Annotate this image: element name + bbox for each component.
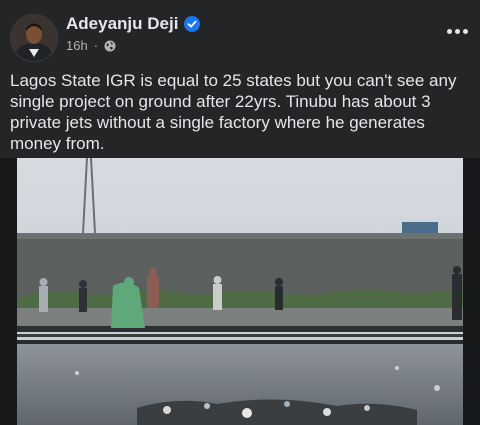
avatar-image <box>11 15 57 61</box>
post-header: Adeyanju Deji 16h · <box>0 0 480 66</box>
author-avatar[interactable] <box>10 14 58 62</box>
post-meta: 16h · <box>66 38 116 53</box>
post-timestamp[interactable]: 16h <box>66 38 88 53</box>
facebook-post: Adeyanju Deji 16h · Lagos State IGR is e… <box>0 0 480 425</box>
verified-badge-icon <box>184 16 201 32</box>
post-photo[interactable] <box>17 158 463 425</box>
meta-separator: · <box>93 38 99 53</box>
flood-photo-image <box>17 158 463 425</box>
post-text: Lagos State IGR is equal to 25 states bu… <box>10 71 457 153</box>
post-media[interactable] <box>0 158 480 425</box>
more-dot-icon <box>446 28 452 34</box>
author-name[interactable]: Adeyanju Deji <box>66 14 178 34</box>
author-row: Adeyanju Deji <box>66 14 201 34</box>
more-dot-icon <box>454 28 460 34</box>
more-options-button[interactable] <box>444 18 470 44</box>
globe-icon[interactable] <box>104 40 116 52</box>
more-dot-icon <box>462 28 468 34</box>
